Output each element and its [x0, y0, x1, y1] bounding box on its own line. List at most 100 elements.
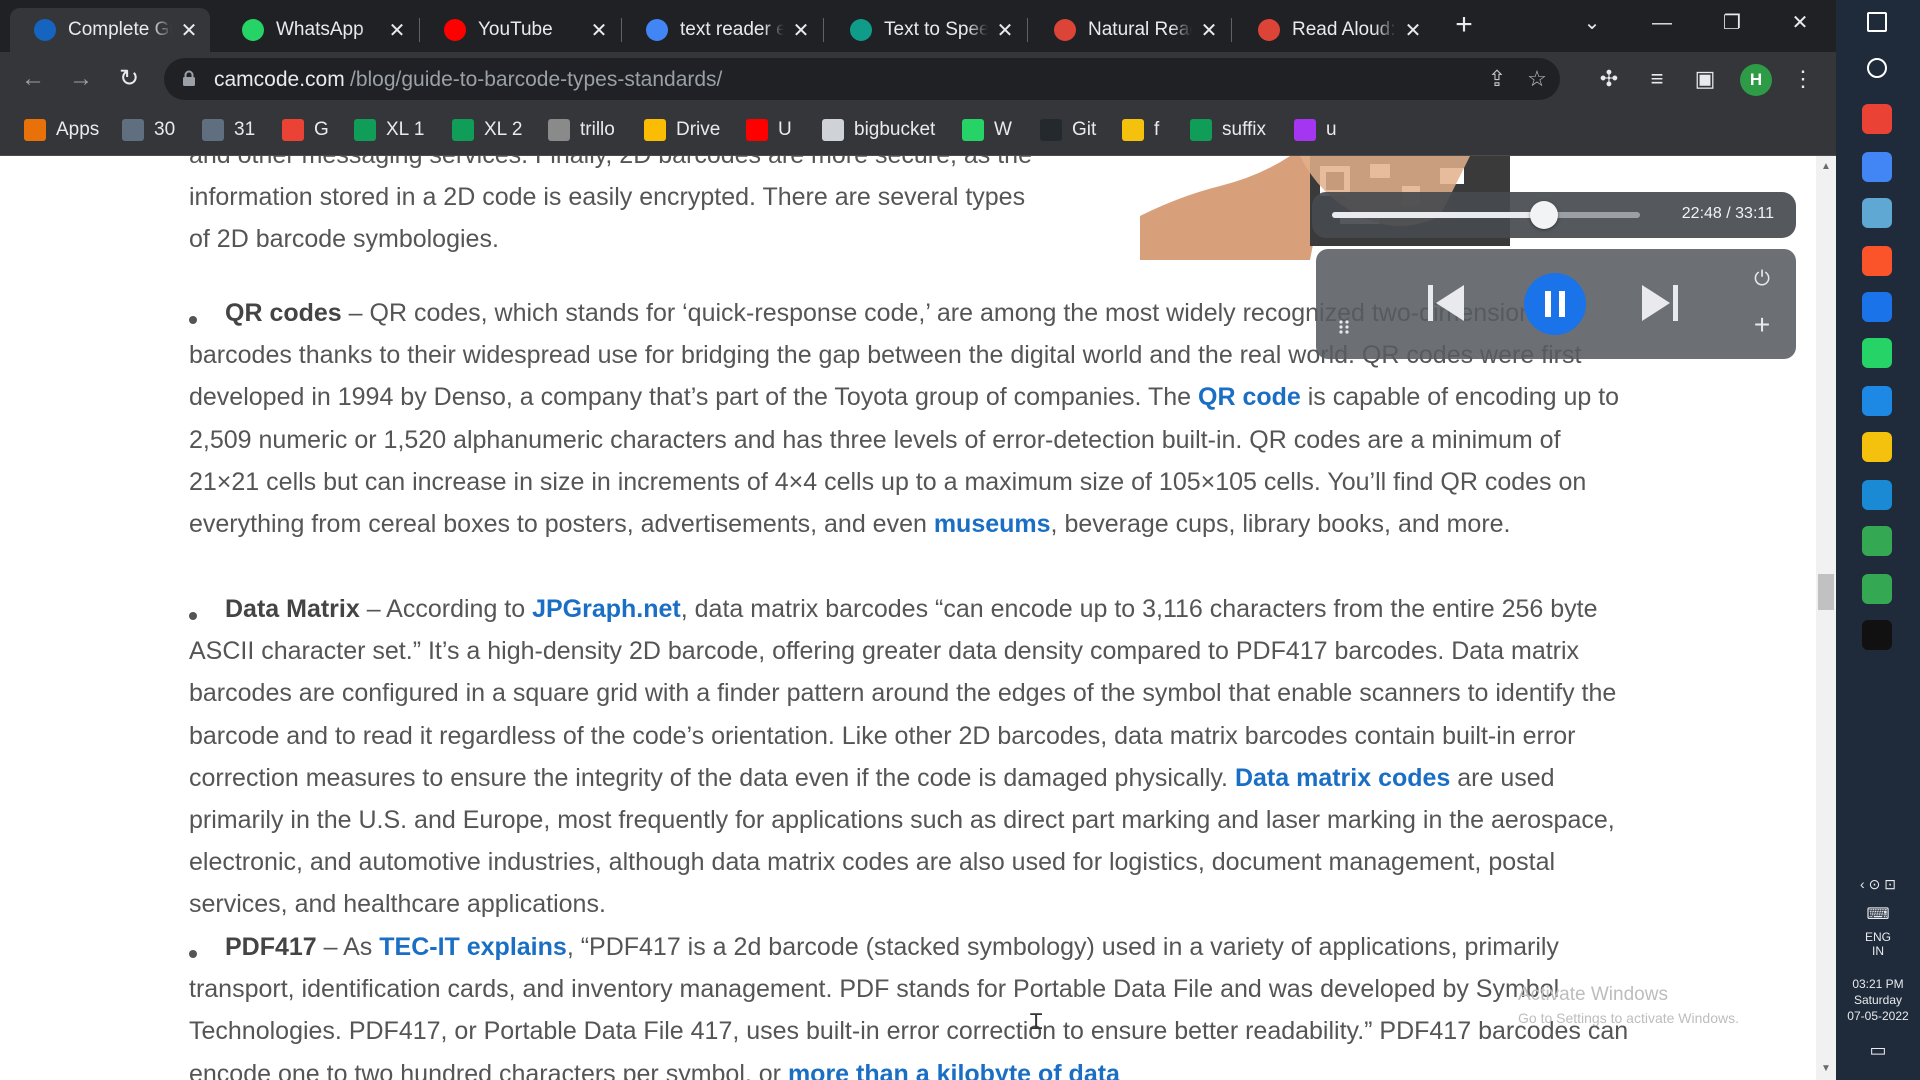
extensions-icon[interactable]: ✣ — [1592, 62, 1626, 96]
forward-icon[interactable]: → — [64, 62, 98, 96]
language-indicator[interactable]: ENG IN — [1836, 930, 1920, 958]
bookmark-item[interactable]: Apps — [24, 116, 99, 144]
pause-button[interactable] — [1524, 273, 1586, 335]
tab-close-icon[interactable]: ✕ — [178, 18, 200, 43]
bookmark-item[interactable]: f — [1122, 116, 1159, 144]
scrollbar[interactable] — [1816, 156, 1836, 1080]
file-explorer-icon[interactable] — [1862, 432, 1892, 462]
tab[interactable]: Read Aloud: / ✕ — [1234, 8, 1434, 52]
back-icon[interactable]: ← — [16, 62, 50, 96]
new-tab-icon[interactable]: + — [1448, 10, 1480, 42]
seek-handle[interactable] — [1529, 201, 1558, 229]
drive-icon — [644, 119, 666, 141]
side-panel-icon[interactable]: ▣ — [1688, 62, 1722, 96]
trello-icon — [548, 119, 570, 141]
term-pdf417: PDF417 — [225, 933, 317, 961]
pause-icon — [1545, 291, 1565, 317]
whatsapp-icon[interactable] — [1862, 338, 1892, 368]
tray-icons[interactable]: ‹ ⊙ ⊡ — [1836, 876, 1920, 893]
bookmark-star-icon[interactable]: ☆ — [1524, 66, 1550, 92]
terminal-icon[interactable] — [1862, 620, 1892, 650]
bookmark-item[interactable]: trillo — [548, 116, 615, 144]
tab[interactable]: Natural Read ✕ — [1030, 8, 1230, 52]
bookmark-item[interactable]: XL 2 — [452, 116, 522, 144]
scrollbar-thumb[interactable] — [1818, 574, 1834, 610]
vscode-icon[interactable] — [1862, 480, 1892, 510]
chrome-profile-icon[interactable] — [1862, 574, 1892, 604]
pdf417-paragraph: PDF417 – As TEC-IT explains, “PDF417 is … — [189, 926, 1629, 1080]
chrome-icon[interactable] — [1862, 104, 1892, 134]
bookmark-label: f — [1154, 119, 1160, 140]
bookmark-item[interactable]: G — [282, 116, 329, 144]
bookmark-item[interactable]: bigbucket — [822, 116, 935, 144]
profile-avatar[interactable]: H — [1740, 64, 1772, 96]
tab[interactable]: Text to Speec ✕ — [826, 8, 1026, 52]
media-control-icon[interactable]: ≡ — [1640, 62, 1674, 96]
safari-icon[interactable] — [1862, 386, 1892, 416]
previous-icon[interactable] — [1426, 281, 1466, 325]
intro-line: and other messaging services. Finally, 2… — [189, 156, 1109, 176]
bookmark-item[interactable]: U — [746, 116, 792, 144]
link-qr-code[interactable]: QR code — [1198, 383, 1301, 411]
seek-track[interactable] — [1332, 201, 1640, 229]
close-window-icon[interactable]: ✕ — [1780, 6, 1820, 40]
language-code: ENG — [1864, 930, 1891, 944]
bookmark-item[interactable]: u — [1294, 116, 1337, 144]
tab[interactable]: Complete Gu ✕ — [10, 8, 210, 52]
bookmark-label: Drive — [676, 119, 721, 140]
tab-title: Natural Read — [1088, 19, 1192, 40]
scroll-down-icon[interactable]: ▼ — [1816, 1060, 1836, 1078]
feedback-icon[interactable] — [1862, 526, 1892, 556]
tab[interactable]: text reader e ✕ — [622, 8, 822, 52]
bookmarks-bar: Apps 30 31 G XL 1 XL 2 trillo Drive Ubigbucket W G… — [0, 104, 1836, 156]
chrome-dev-icon[interactable] — [1862, 152, 1892, 182]
link-kilobyte[interactable]: more than a kilobyte of data — [788, 1060, 1120, 1080]
maps-pin-icon[interactable] — [1862, 292, 1892, 322]
tab-search-icon[interactable]: ⌄ — [1572, 6, 1612, 40]
playback-time: 22:48 / 33:11 — [1681, 205, 1774, 222]
scroll-up-icon[interactable]: ▲ — [1816, 158, 1836, 176]
notifications-icon[interactable]: ▭ — [1836, 1040, 1920, 1061]
bookmark-item[interactable]: 31 — [202, 116, 255, 144]
link-jpgraph[interactable]: JPGraph.net — [532, 595, 681, 623]
tab-close-icon[interactable]: ✕ — [588, 18, 610, 43]
tab-close-icon[interactable]: ✕ — [1198, 18, 1220, 43]
tab[interactable]: YouTube ✕ — [420, 8, 620, 52]
intro-line: information stored in a 2D code is easil… — [189, 183, 1026, 212]
link-data-matrix-codes[interactable]: Data matrix codes — [1235, 764, 1450, 792]
add-icon[interactable]: + — [1748, 311, 1776, 339]
drag-handle-icon[interactable] — [1338, 319, 1350, 335]
search-icon[interactable] — [1867, 58, 1887, 78]
tab-close-icon[interactable]: ✕ — [994, 18, 1016, 43]
bookmark-item[interactable]: W — [962, 116, 1012, 144]
clock[interactable]: 03:21 PM Saturday 07-05-2022 — [1836, 976, 1920, 1024]
brave-icon[interactable] — [1862, 246, 1892, 276]
tab-close-icon[interactable]: ✕ — [790, 18, 812, 43]
bookmark-item[interactable]: Drive — [644, 116, 720, 144]
keyboard-icon[interactable]: ⌨ — [1836, 904, 1920, 924]
tab-title: Read Aloud: / — [1292, 19, 1396, 40]
tab-close-icon[interactable]: ✕ — [386, 18, 408, 43]
restore-icon[interactable]: ❐ — [1712, 6, 1752, 40]
browser-window: Complete Gu ✕ WhatsApp ✕ YouTube ✕ text reader… — [0, 0, 1836, 156]
lock-icon — [183, 70, 195, 86]
link-tec-it[interactable]: TEC-IT explains — [379, 933, 567, 961]
bookmark-item[interactable]: Git — [1040, 116, 1096, 144]
address-bar[interactable]: camcode.com /blog/guide-to-barcode-types… — [164, 58, 1560, 100]
calendar-icon — [202, 119, 224, 141]
tab-close-icon[interactable]: ✕ — [1402, 18, 1424, 43]
more-menu-icon[interactable]: ⋮ — [1786, 62, 1820, 96]
reload-icon[interactable]: ↻ — [112, 62, 146, 96]
next-icon[interactable] — [1640, 281, 1680, 325]
bookmark-item[interactable]: XL 1 — [354, 116, 424, 144]
windows-start-icon[interactable] — [1867, 12, 1887, 32]
tab-title: Text to Speec — [884, 19, 988, 40]
tab[interactable]: WhatsApp ✕ — [218, 8, 418, 52]
bookmark-item[interactable]: 30 — [122, 116, 175, 144]
share-icon[interactable]: ⇪ — [1484, 66, 1510, 92]
power-icon[interactable]: ⏻ — [1750, 267, 1774, 291]
notepad-icon[interactable] — [1862, 198, 1892, 228]
bookmark-item[interactable]: suffix — [1190, 116, 1266, 144]
minimize-icon[interactable]: — — [1642, 6, 1682, 40]
link-museums[interactable]: museums — [934, 510, 1051, 538]
